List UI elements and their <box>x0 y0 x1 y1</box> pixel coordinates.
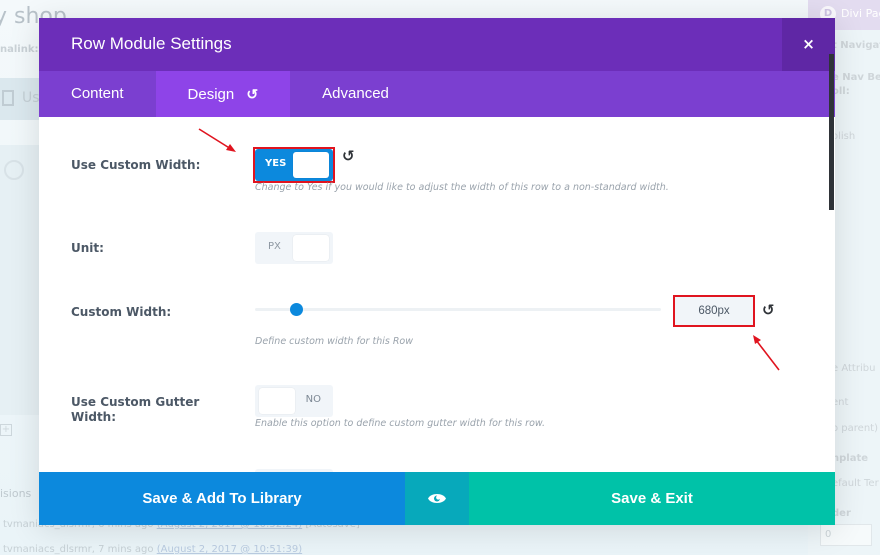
reset-icon[interactable]: ↺ <box>762 301 775 319</box>
bg-right-item: efault Ter <box>832 478 879 489</box>
toggle-state-label: PX <box>268 241 281 252</box>
document-icon <box>2 90 14 106</box>
revision-author: tvmaniacs_dlsrmr, 7 mins ago <box>3 544 154 555</box>
bg-content-box <box>0 145 40 415</box>
use-custom-gutter-width-description: Enable this option to define custom gutt… <box>255 418 546 429</box>
modal-body: Use Custom Width: YES ↺ Change to Yes if… <box>39 117 835 472</box>
reset-icon[interactable]: ↺ <box>342 147 355 165</box>
bg-right-item: t Navigat <box>832 40 880 51</box>
tab-content[interactable]: Content <box>39 71 156 117</box>
tab-design[interactable]: Design ↺ <box>155 71 291 117</box>
use-custom-gutter-width-label: Use Custom Gutter Width: <box>71 395 200 424</box>
bg-right-sidebar-title: Divi Page <box>841 7 880 20</box>
bg-right-item: olish <box>832 131 856 142</box>
toggle-knob <box>259 388 295 414</box>
save-add-to-library-button[interactable]: Save & Add To Library <box>39 472 405 525</box>
toggle-knob <box>293 152 329 178</box>
custom-width-slider[interactable] <box>255 303 661 316</box>
bg-circle-icon <box>4 160 24 180</box>
custom-width-label: Custom Width: <box>71 305 172 319</box>
modal-footer: Save & Add To Library Save & Exit <box>39 472 835 525</box>
row-settings-modal: Row Module Settings × Content Design ↺ A… <box>39 18 835 525</box>
bg-right-item: o parent) <box>832 423 878 434</box>
scrollbar[interactable] <box>829 54 834 210</box>
bg-revisions-title: isions <box>0 487 32 500</box>
bg-right-item: nplate <box>832 453 869 464</box>
toggle-state-label: YES <box>265 158 287 169</box>
bg-panel: Us <box>0 78 40 120</box>
tab-label: Content <box>71 85 124 102</box>
unit-label: Unit: <box>71 241 104 255</box>
bg-order-input[interactable]: 0 <box>820 524 872 546</box>
preview-button[interactable] <box>405 472 469 525</box>
tab-advanced[interactable]: Advanced <box>290 71 421 117</box>
bg-right-item: e Nav Be <box>832 72 880 83</box>
custom-width-description: Define custom width for this Row <box>255 336 414 347</box>
reset-icon[interactable]: ↺ <box>246 71 258 117</box>
use-custom-width-toggle[interactable]: YES <box>255 149 333 181</box>
tab-label: Advanced <box>322 85 389 102</box>
tab-label: Design <box>187 86 235 103</box>
bg-panel-label: Us <box>22 90 40 106</box>
close-icon: × <box>802 35 815 53</box>
modal-tabs: Content Design ↺ Advanced <box>39 71 835 117</box>
revision-date-link[interactable]: (August 2, 2017 @ 10:51:39) <box>157 544 302 555</box>
modal-title: Row Module Settings <box>71 34 232 53</box>
close-button[interactable]: × <box>782 18 835 71</box>
plus-icon: + <box>0 424 12 436</box>
bg-revision-item: tvmaniacs_dlsrmr, 7 mins ago (August 2, … <box>3 544 302 555</box>
save-and-exit-button[interactable]: Save & Exit <box>469 472 835 525</box>
slider-handle[interactable] <box>289 303 303 316</box>
custom-width-input[interactable] <box>675 297 753 325</box>
unit-toggle[interactable]: PX <box>255 232 333 264</box>
bg-right-item: e Attribu <box>832 363 876 374</box>
modal-header: Row Module Settings × <box>39 18 835 71</box>
use-custom-gutter-width-toggle[interactable]: NO <box>255 385 333 417</box>
use-custom-width-description: Change to Yes if you would like to adjus… <box>255 182 669 193</box>
use-custom-width-label: Use Custom Width: <box>71 158 201 172</box>
bg-permalink-label: nalink: <box>0 44 39 55</box>
toggle-state-label: NO <box>305 394 321 405</box>
toggle-knob <box>293 235 329 261</box>
eye-icon <box>428 494 446 503</box>
